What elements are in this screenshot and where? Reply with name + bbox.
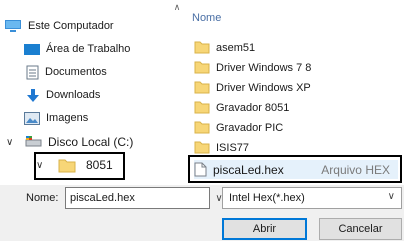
documents-icon bbox=[26, 65, 39, 80]
open-button[interactable]: Abrir bbox=[222, 218, 307, 240]
nav-item-area-de-trabalho[interactable]: Área de Trabalho bbox=[24, 39, 130, 59]
nav-item-label: Disco Local (C:) bbox=[48, 135, 134, 149]
folder-icon bbox=[194, 141, 210, 154]
navigation-pane: Este Computador Área de Trabalho Documen… bbox=[0, 0, 170, 185]
desktop-icon bbox=[24, 43, 40, 56]
list-item[interactable]: Driver Windows XP bbox=[194, 78, 311, 97]
filename-input[interactable]: piscaLed.hex bbox=[65, 187, 210, 209]
file-name: Gravador 8051 bbox=[216, 101, 290, 114]
chevron-down-icon: ∨ bbox=[387, 191, 395, 202]
list-item[interactable]: Gravador 8051 bbox=[194, 98, 289, 117]
nav-item-disco-local[interactable]: ∨ Disco Local (C:) bbox=[6, 132, 133, 152]
nav-item-imagens[interactable]: Imagens bbox=[24, 108, 88, 128]
file-list: Nome asem51 Driver Windows 7 8 Driver Wi… bbox=[186, 0, 404, 185]
list-item[interactable]: asem51 bbox=[194, 38, 255, 57]
nav-item-label: Downloads bbox=[46, 89, 101, 101]
nav-item-label: Imagens bbox=[46, 112, 89, 124]
drive-icon bbox=[24, 135, 42, 149]
nav-item-label: Este Computador bbox=[28, 20, 114, 32]
scroll-up-icon[interactable]: ∧ bbox=[172, 2, 182, 12]
computer-icon bbox=[4, 19, 22, 33]
highlight-box bbox=[34, 152, 125, 180]
download-icon bbox=[26, 88, 40, 103]
nav-item-documentos[interactable]: Documentos bbox=[26, 62, 107, 82]
file-name: Gravador PIC bbox=[216, 121, 284, 134]
pictures-icon bbox=[24, 111, 40, 125]
folder-icon bbox=[194, 61, 210, 74]
file-type-value: Intel Hex(*.hex) bbox=[229, 192, 305, 204]
folder-icon bbox=[194, 121, 210, 134]
chevron-down-icon[interactable]: ∨ bbox=[6, 137, 18, 148]
folder-icon bbox=[194, 101, 210, 114]
highlight-box bbox=[188, 155, 402, 183]
folder-icon bbox=[194, 81, 210, 94]
filename-label: Nome: bbox=[26, 192, 59, 204]
nav-item-label: Documentos bbox=[45, 66, 107, 78]
nav-item-label: Área de Trabalho bbox=[46, 43, 131, 55]
nav-scrollbar[interactable]: ∧ bbox=[170, 0, 184, 185]
nav-item-este-computador[interactable]: Este Computador bbox=[4, 16, 114, 36]
folder-icon bbox=[194, 41, 210, 54]
file-name: asem51 bbox=[216, 41, 256, 54]
file-type-select[interactable]: Intel Hex(*.hex) ∨ bbox=[222, 187, 402, 209]
nav-item-downloads[interactable]: Downloads bbox=[26, 85, 100, 105]
file-name: ISIS77 bbox=[216, 141, 250, 154]
list-item[interactable]: Gravador PIC bbox=[194, 118, 283, 137]
column-header-nome[interactable]: Nome bbox=[192, 12, 221, 24]
cancel-button[interactable]: Cancelar bbox=[319, 218, 402, 240]
file-name: Driver Windows XP bbox=[216, 81, 311, 94]
list-item[interactable]: Driver Windows 7 8 bbox=[194, 58, 311, 77]
file-name: Driver Windows 7 8 bbox=[216, 61, 312, 74]
